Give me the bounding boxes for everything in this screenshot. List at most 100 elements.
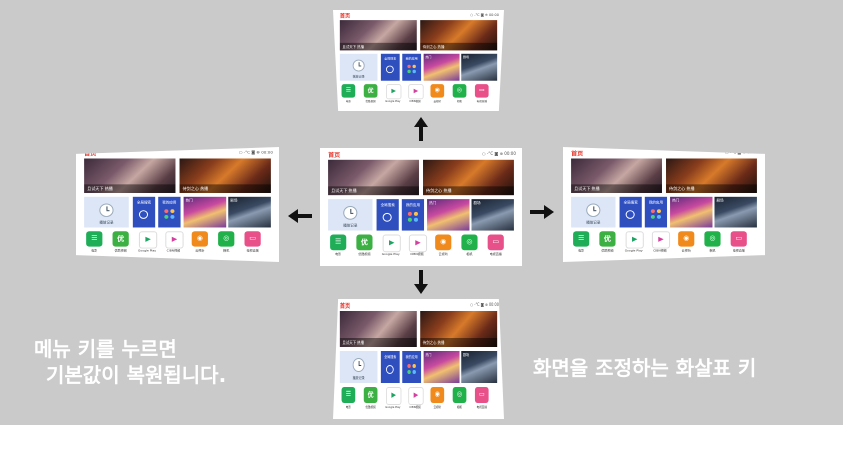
tv-app-tile[interactable]: ◉	[678, 231, 695, 247]
tv-history-tile[interactable]: 播放记录	[339, 351, 378, 383]
tv-pic-tile-2[interactable]: 剧场	[471, 199, 514, 231]
tv-app-tile[interactable]: 优	[112, 231, 129, 247]
tv-app-tile[interactable]: ◉	[430, 84, 445, 98]
tv-app-tile[interactable]: ◎	[218, 231, 235, 247]
tv-apps-tile[interactable]: 我的应用	[158, 196, 181, 228]
tv-poster-left[interactable]: 且试天下 热播	[84, 158, 176, 193]
tv-search-tile[interactable]: 全局搜索	[376, 199, 399, 231]
tv-poster-right[interactable]: 侍剑之心 热播	[666, 158, 757, 193]
tv-search-tile[interactable]: 全局搜索	[380, 53, 400, 81]
tv-app-label: 电影	[335, 252, 342, 257]
tv-home-label: 首页	[84, 150, 97, 158]
tv-poster-left[interactable]: 且试天下 热播	[328, 159, 419, 196]
tv-app-tile[interactable]: 优	[363, 387, 378, 403]
tv-app-tile[interactable]: ▶	[382, 234, 401, 253]
tv-search-label: 全局搜索	[136, 200, 152, 205]
tv-pic-tile-1[interactable]: 热门	[670, 196, 713, 228]
app-icon: 优	[117, 235, 125, 243]
tv-poster-right[interactable]: 侍剑之心 热播	[423, 159, 514, 196]
tv-history-tile[interactable]: 播放记录	[571, 196, 616, 228]
tv-app-tile[interactable]: ▶	[408, 84, 424, 100]
tv-app-tile[interactable]: 优	[363, 84, 378, 98]
tv-history-tile[interactable]: 播放记录	[339, 53, 378, 81]
tv-app-tile[interactable]: ▶	[138, 231, 158, 249]
tv-app-tile[interactable]: ▶	[386, 84, 402, 100]
tv-app-tile[interactable]: ◎	[461, 234, 478, 251]
tv-app-tile[interactable]: ▶	[408, 387, 424, 405]
tv-history-tile[interactable]: 播放记录	[84, 196, 129, 228]
tv-app-tile[interactable]: ▭	[730, 231, 747, 247]
tv-app-tile[interactable]: ▶	[386, 387, 402, 405]
app-icon: ▶	[391, 87, 397, 95]
tv-app-label: 电视直播	[476, 405, 487, 409]
tv-app-tile[interactable]: ▶	[408, 234, 428, 253]
tv-app-tile[interactable]: ◉	[435, 234, 452, 251]
tv-app-label: 相机	[456, 99, 463, 103]
tv-app-tile[interactable]: 优	[356, 234, 373, 251]
tv-search-tile[interactable]: 全局搜索	[619, 196, 642, 228]
tv-apps-label: 我的应用	[162, 200, 177, 205]
tv-pic-tile-1[interactable]: 热门	[423, 351, 460, 383]
tv-poster-right[interactable]: 侍剑之心 热播	[420, 20, 498, 51]
tv-history-label: 播放记录	[352, 376, 365, 380]
tv-app-tile[interactable]: ◎	[704, 231, 721, 247]
app-icon: ▭	[492, 237, 500, 246]
tv-app-tile[interactable]: ▭	[244, 231, 261, 247]
tv-app-label: 云视听	[433, 99, 442, 103]
tv-apps-tile[interactable]: 我的应用	[644, 196, 668, 228]
tv-poster-left[interactable]: 且试天下 热播	[339, 20, 417, 51]
tv-pic-tile-1[interactable]: 热门	[427, 199, 470, 231]
app-icon: ▶	[391, 391, 397, 399]
app-icon: ☰	[578, 234, 585, 242]
tv-app-label: 优酷视频	[365, 99, 376, 103]
tv-app-tile[interactable]: ☰	[573, 231, 590, 247]
tv-apps-tile[interactable]: 我的应用	[402, 53, 422, 81]
tv-poster-left-caption: 且试天下 热播	[84, 184, 176, 193]
tv-app-tile[interactable]: ▭	[487, 234, 504, 251]
tv-poster-right-caption: 侍剑之心 热播	[420, 42, 498, 51]
tv-app-tile[interactable]: ▶	[165, 231, 184, 249]
app-icon: ▶	[145, 235, 151, 243]
tv-app-tile[interactable]: ☰	[330, 234, 347, 251]
tv-pic-tile-2[interactable]: 剧场	[461, 53, 498, 81]
tv-poster-right[interactable]: 侍剑之心 热播	[179, 158, 271, 193]
tv-app-tile[interactable]: 优	[599, 231, 616, 247]
tv-app-tile[interactable]: ◎	[452, 84, 467, 98]
tv-history-tile[interactable]: 播放记录	[328, 199, 373, 231]
clock-icon	[99, 203, 114, 217]
apps-grid-icon	[164, 209, 175, 219]
tv-apps-tile[interactable]: 我的应用	[402, 351, 422, 383]
tv-apps-tile[interactable]: 我的应用	[401, 199, 425, 231]
tv-search-tile[interactable]: 全局搜索	[380, 351, 400, 383]
tv-pic-tile-1[interactable]: 热门	[183, 196, 227, 228]
tv-app-tile[interactable]: ▶	[625, 231, 644, 249]
app-icon: ▶	[631, 235, 638, 243]
tv-app-tile[interactable]: ☰	[341, 84, 356, 98]
tv-poster-left[interactable]: 且试天下 热播	[571, 158, 662, 193]
search-icon	[386, 65, 394, 74]
tv-app-tile[interactable]: ◎	[452, 387, 467, 403]
app-icon: ▶	[388, 238, 395, 247]
tv-pic-tile-2[interactable]: 剧场	[714, 196, 757, 228]
tv-app-tile[interactable]: ▭	[474, 387, 489, 403]
tv-search-tile[interactable]: 全局搜索	[132, 196, 156, 228]
tv-app-tile[interactable]: ☰	[86, 231, 103, 247]
tv-pic-tile-1-label: 热门	[672, 198, 680, 203]
tv-app-tile[interactable]: ◉	[191, 231, 208, 247]
tv-poster-left[interactable]: 且试天下 热播	[339, 311, 417, 347]
tv-pic-tile-1[interactable]: 热门	[423, 53, 460, 81]
app-icon: ▭	[249, 234, 256, 242]
tv-app-label: CIBN视频	[410, 252, 424, 257]
tv-poster-left-caption: 且试天下 热播	[339, 338, 417, 347]
app-icon: ▭	[735, 234, 743, 242]
tv-app-tile[interactable]: ▶	[651, 231, 671, 249]
tv-pic-tile-2-label: 剧场	[230, 198, 238, 203]
tv-app-tile[interactable]: ◉	[430, 387, 445, 403]
tv-pic-tile-2[interactable]: 剧场	[461, 351, 498, 383]
tv-app-label: 优酷视频	[365, 405, 376, 409]
tv-app-tile[interactable]: ▭	[474, 84, 489, 98]
search-icon	[382, 212, 392, 222]
tv-app-tile[interactable]: ☰	[341, 387, 356, 403]
tv-pic-tile-2[interactable]: 剧场	[228, 196, 271, 228]
tv-poster-right[interactable]: 侍剑之心 热播	[420, 311, 498, 347]
